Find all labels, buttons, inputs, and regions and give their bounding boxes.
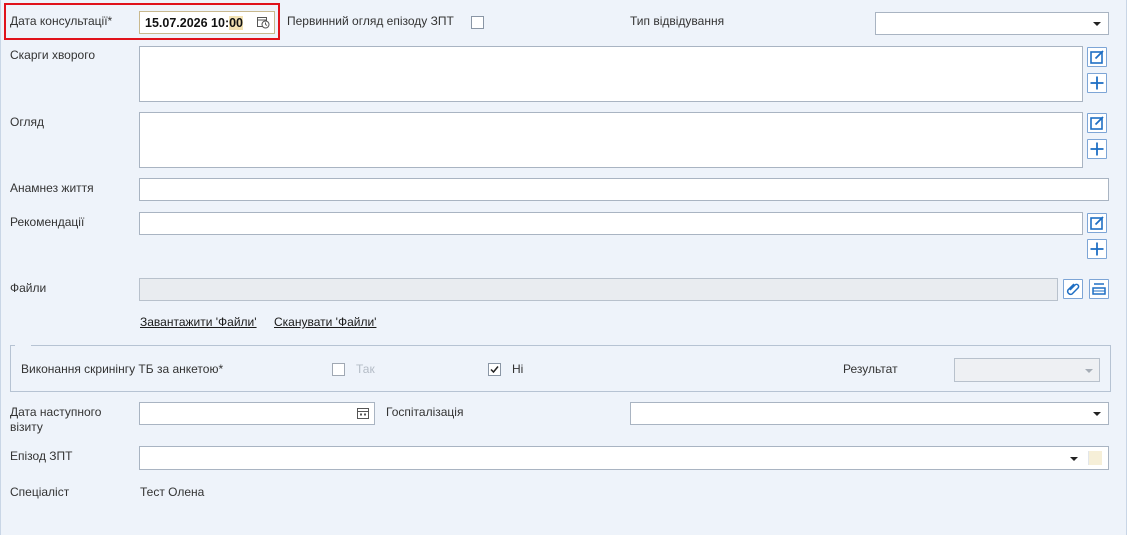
calendar-icon[interactable] (356, 406, 370, 423)
result-select[interactable] (954, 358, 1100, 382)
edit-icon (1090, 216, 1104, 230)
plus-icon (1090, 242, 1104, 256)
chevron-down-icon (1085, 369, 1093, 373)
screening-no-checkbox[interactable] (488, 363, 501, 376)
anamnesis-label: Анамнез життя (10, 181, 94, 195)
chevron-down-icon (1093, 412, 1101, 416)
consultation-date-value: 15.07.2026 10:00 (145, 16, 244, 30)
scanner-icon (1092, 283, 1106, 295)
paperclip-icon (1066, 283, 1080, 296)
plus-icon (1090, 142, 1104, 156)
examination-label: Огляд (10, 115, 44, 129)
complaints-label: Скарги хворого (10, 48, 95, 62)
result-label: Результат (843, 362, 898, 376)
complaints-edit-button[interactable] (1087, 47, 1107, 67)
datetime-picker-icon[interactable] (256, 15, 270, 32)
visit-type-label: Тип відвідування (630, 14, 725, 28)
examination-add-button[interactable] (1087, 139, 1107, 159)
consultation-date-input[interactable]: 15.07.2026 10:00 (139, 11, 275, 34)
recommendations-input[interactable] (139, 212, 1083, 235)
plus-icon (1090, 76, 1104, 90)
attach-file-button[interactable] (1063, 279, 1083, 299)
screening-no-label: Ні (512, 362, 524, 376)
chevron-down-icon (1093, 22, 1101, 26)
next-visit-label: Дата наступного візиту (10, 405, 102, 434)
scan-file-button[interactable] (1089, 279, 1109, 299)
edit-icon (1090, 116, 1104, 130)
next-visit-date-input[interactable] (139, 402, 375, 425)
group-notch (15, 342, 31, 348)
complaints-add-button[interactable] (1087, 73, 1107, 93)
hospitalization-select[interactable] (630, 402, 1109, 425)
episode-select[interactable] (139, 446, 1109, 470)
first-exam-checkbox[interactable] (471, 16, 484, 29)
screening-yes-label: Так (356, 362, 375, 376)
first-exam-label: Первинний огляд епізоду ЗПТ (287, 14, 454, 28)
files-label: Файли (10, 281, 47, 295)
episode-label: Епізод ЗПТ (10, 449, 73, 463)
form-panel: Дата консультації* 15.07.2026 10:00 Перв… (0, 0, 1127, 535)
visit-type-select[interactable] (875, 12, 1109, 35)
upload-files-link[interactable]: Завантажити 'Файли' (140, 315, 257, 329)
checkmark-icon (490, 366, 499, 374)
chevron-down-icon (1070, 457, 1078, 461)
complaints-textarea[interactable] (139, 46, 1083, 102)
lookup-icon[interactable] (1088, 451, 1102, 465)
examination-edit-button[interactable] (1087, 113, 1107, 133)
specialist-label: Спеціаліст (10, 485, 70, 499)
recommendations-edit-button[interactable] (1087, 213, 1107, 233)
anamnesis-input[interactable] (139, 178, 1109, 201)
recommendations-label: Рекомендації (10, 215, 85, 229)
specialist-value: Тест Олена (140, 485, 205, 499)
files-field (139, 278, 1058, 301)
consultation-date-label: Дата консультації* (10, 14, 113, 28)
consultation-date-minutes: 00 (229, 16, 244, 30)
edit-icon (1090, 50, 1104, 64)
screening-yes-checkbox[interactable] (332, 363, 345, 376)
hospitalization-label: Госпіталізація (386, 405, 464, 419)
scan-files-link[interactable]: Сканувати 'Файли' (274, 315, 376, 329)
screening-label: Виконання скринінгу ТБ за анкетою* (21, 362, 224, 376)
examination-textarea[interactable] (139, 112, 1083, 168)
recommendations-add-button[interactable] (1087, 239, 1107, 259)
